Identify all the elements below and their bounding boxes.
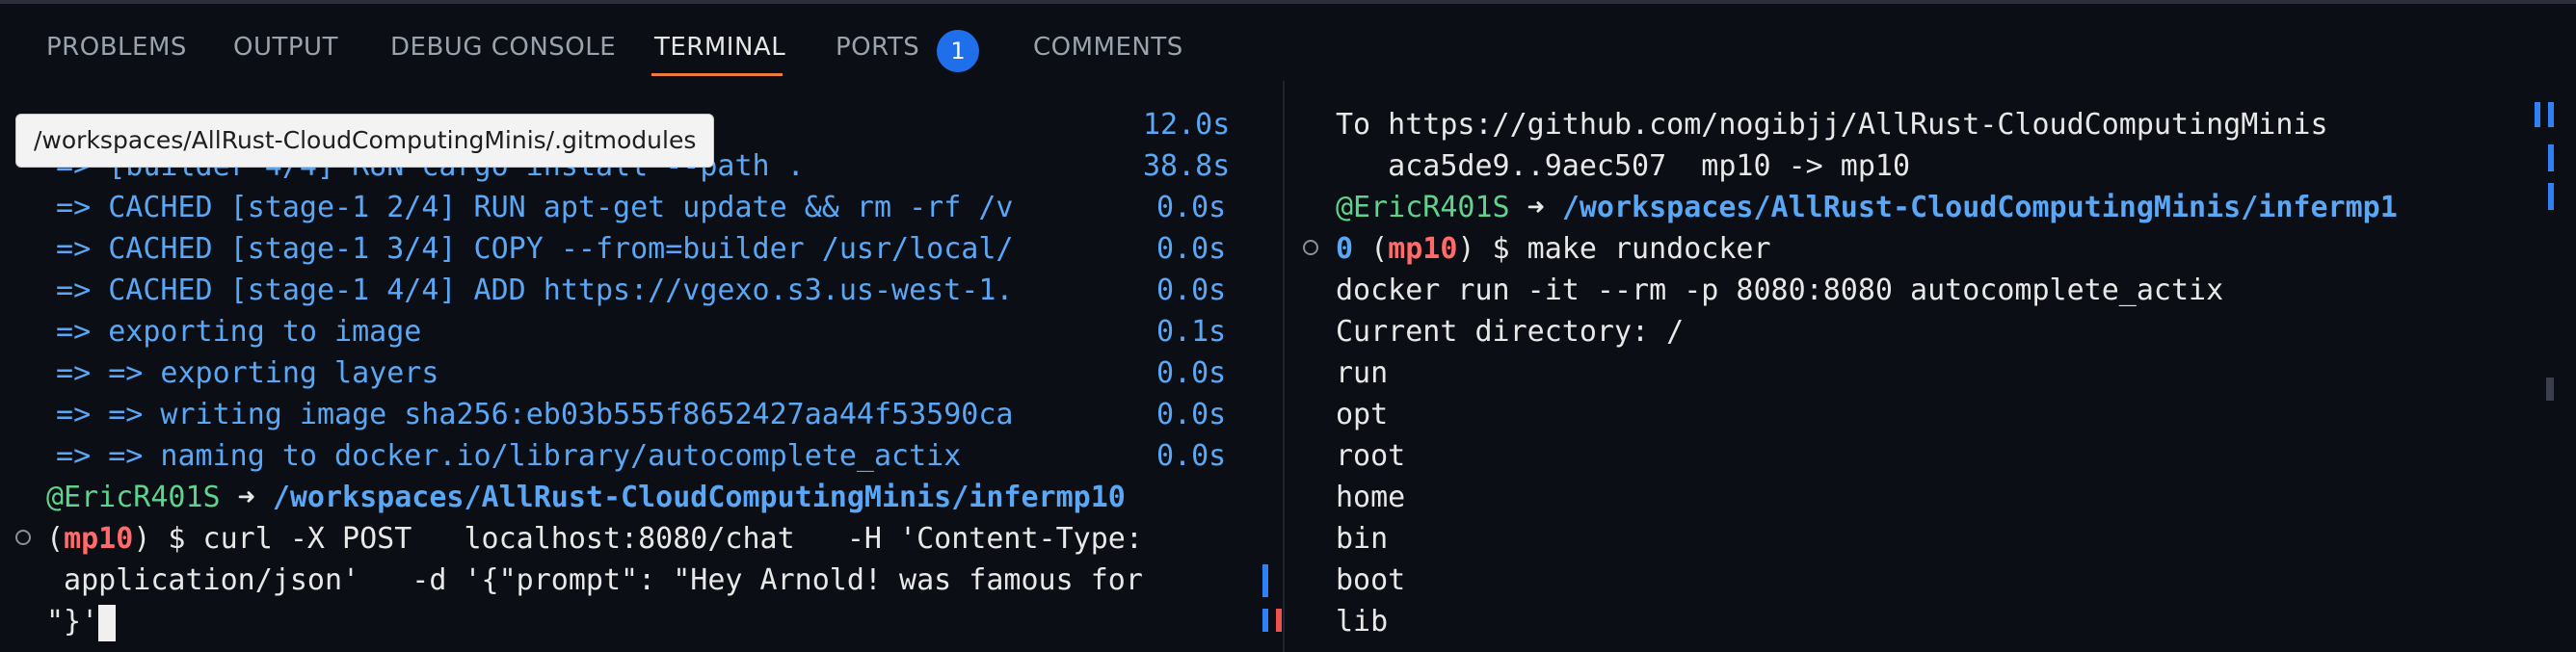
ports-count-badge: 1 xyxy=(937,30,979,72)
git-branch: mp10 xyxy=(64,522,134,556)
tab-debug-console[interactable]: DEBUG CONSOLE xyxy=(390,33,616,62)
command-line-wrap: application/json' -d '{"prompt": "Hey Ar… xyxy=(46,563,1143,597)
output-line: boot xyxy=(1336,563,1406,597)
command-decoration-icon[interactable] xyxy=(1303,240,1318,255)
git-branch: mp10 xyxy=(1388,232,1458,266)
tab-problems[interactable]: PROBLEMS xyxy=(46,33,187,62)
build-time: 38.8s xyxy=(1143,149,1231,183)
scrollbar-thumb[interactable] xyxy=(2546,378,2554,401)
output-line: bin xyxy=(1336,522,1389,556)
prompt-path: /workspaces/AllRust-CloudComputingMinis/… xyxy=(272,481,1126,514)
tab-ports[interactable]: PORTS xyxy=(836,33,919,62)
build-time: 12.0s xyxy=(1143,108,1231,142)
prompt-arrow-icon: ➜ xyxy=(220,481,273,514)
command-text: $ make rundocker xyxy=(1474,232,1771,266)
active-tab-indicator xyxy=(651,73,783,76)
build-line: => exporting to image xyxy=(39,315,422,349)
scrollbar-marker xyxy=(2548,144,2554,171)
build-time: 0.0s xyxy=(1156,191,1227,224)
command-text: $ curl -X POST localhost:8080/chat -H 'C… xyxy=(150,522,1143,556)
output-line: lib xyxy=(1336,605,1389,639)
build-time: 0.0s xyxy=(1156,398,1227,431)
terminal-left[interactable]: 12.0s => [builder 4/4] RUN cargo install… xyxy=(0,94,1282,643)
scrollbar-error-marker xyxy=(1276,609,1282,632)
command-line: (mp10) $ curl -X POST localhost:8080/cha… xyxy=(46,522,1143,556)
build-time: 0.0s xyxy=(1156,232,1227,266)
build-time: 0.0s xyxy=(1156,356,1227,390)
prompt-user: @EricR401S xyxy=(46,481,221,514)
command-line: 0 (mp10) $ make rundocker xyxy=(1336,232,1771,266)
file-path-tooltip: /workspaces/AllRust-CloudComputingMinis/… xyxy=(15,114,715,168)
scrollbar-marker xyxy=(1262,609,1268,632)
build-line: => => exporting layers xyxy=(39,356,439,390)
terminal-right[interactable]: To https://github.com/nogibjj/AllRust-Cl… xyxy=(1286,94,2576,643)
git-push-line: To https://github.com/nogibjj/AllRust-Cl… xyxy=(1336,108,2328,142)
prompt-line: @EricR401S ➜ /workspaces/AllRust-CloudCo… xyxy=(1336,187,2398,228)
output-line: Current directory: / xyxy=(1336,315,1685,349)
build-line: => CACHED [stage-1 3/4] COPY --from=buil… xyxy=(39,232,1014,266)
output-line: root xyxy=(1336,439,1406,473)
build-line: => CACHED [stage-1 2/4] RUN apt-get upda… xyxy=(39,191,1014,224)
build-line: => => writing image sha256:eb03b555f8652… xyxy=(39,398,1014,431)
prompt-user: @EricR401S xyxy=(1336,191,1510,224)
build-line: => => naming to docker.io/library/autoco… xyxy=(39,439,962,473)
command-decoration-icon[interactable] xyxy=(15,530,31,545)
terminal-cursor xyxy=(98,604,117,641)
output-line: run xyxy=(1336,356,1389,390)
git-push-line: aca5de9..9aec507 mp10 -> mp10 xyxy=(1336,149,1911,183)
tab-terminal[interactable]: TERMINAL xyxy=(654,33,785,62)
output-line: home xyxy=(1336,481,1406,514)
prompt-arrow-icon: ➜ xyxy=(1509,191,1562,224)
panel-tab-bar: PROBLEMS OUTPUT DEBUG CONSOLE TERMINAL P… xyxy=(0,4,2576,77)
scrollbar-marker xyxy=(2548,102,2554,127)
build-time: 0.1s xyxy=(1156,315,1227,349)
output-line: opt xyxy=(1336,398,1389,431)
scrollbar-marker xyxy=(1262,564,1268,597)
build-time: 0.0s xyxy=(1156,274,1227,307)
command-line-wrap: "}' xyxy=(46,601,117,642)
scrollbar-marker xyxy=(2548,183,2554,210)
build-time: 0.0s xyxy=(1156,439,1227,473)
prompt-path: /workspaces/AllRust-CloudComputingMinis/… xyxy=(1561,191,2398,224)
build-line: => CACHED [stage-1 4/4] ADD https://vgex… xyxy=(39,274,1014,307)
scrollbar-marker xyxy=(2535,102,2540,127)
tab-output[interactable]: OUTPUT xyxy=(233,33,338,62)
terminal-split-divider[interactable] xyxy=(1283,81,1285,652)
tab-comments[interactable]: COMMENTS xyxy=(1033,33,1183,62)
prompt-line: @EricR401S ➜ /workspaces/AllRust-CloudCo… xyxy=(46,477,1126,518)
output-line: docker run -it --rm -p 8080:8080 autocom… xyxy=(1336,274,2224,307)
